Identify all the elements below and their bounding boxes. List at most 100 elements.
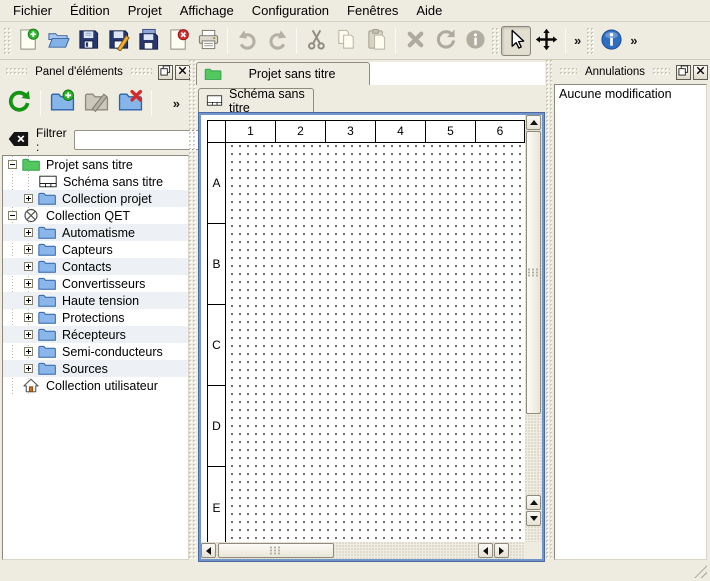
delete-button[interactable] — [400, 26, 430, 56]
drawing-area[interactable] — [226, 142, 525, 542]
toolbar-separator — [296, 28, 297, 54]
tree-item-protections[interactable]: Protections — [3, 309, 188, 326]
toolbar-drag-handle[interactable] — [4, 28, 11, 54]
expand-icon[interactable] — [24, 194, 33, 203]
dock-close-button[interactable] — [693, 65, 708, 80]
undo-icon — [236, 28, 259, 54]
vertical-scrollbar-thumb[interactable] — [526, 131, 541, 414]
tree-item-sources[interactable]: Sources — [3, 360, 188, 377]
undo-button[interactable] — [232, 26, 262, 56]
tree-item-collection-utilisateur[interactable]: Collection utilisateur — [3, 377, 188, 394]
resize-grip[interactable] — [694, 565, 707, 578]
close-file-button[interactable] — [163, 26, 193, 56]
tree-item-collection-projet[interactable]: Collection projet — [3, 190, 188, 207]
expand-icon[interactable] — [24, 313, 33, 322]
menu-fenetres[interactable]: Fenêtres — [338, 0, 407, 21]
tree-item-haute-tension[interactable]: Haute tension — [3, 292, 188, 309]
tree-item-capteurs[interactable]: Capteurs — [3, 241, 188, 258]
elements-panel-titlebar[interactable]: Panel d'éléments — [2, 63, 190, 81]
scroll-left-button[interactable] — [478, 543, 493, 558]
toolbar-overflow-button[interactable]: » — [626, 33, 641, 48]
panel-overflow-button[interactable]: » — [169, 96, 184, 111]
undo-panel-titlebar[interactable]: Annulations — [556, 63, 708, 81]
scroll-left-button[interactable] — [201, 543, 216, 558]
undo-history-item[interactable]: Aucune modification — [555, 85, 706, 103]
save-button[interactable] — [73, 26, 103, 56]
clear-filter-icon[interactable] — [8, 131, 29, 150]
tree-item-projet-sans-titre[interactable]: Projet sans titre — [3, 156, 188, 173]
tree-item-contacts[interactable]: Contacts — [3, 258, 188, 275]
new-category-button[interactable] — [45, 86, 79, 120]
filter-label: Filtrer : — [36, 126, 67, 154]
paste-icon — [365, 28, 388, 54]
dock-float-button[interactable] — [158, 65, 173, 80]
expand-icon[interactable] — [24, 245, 33, 254]
menu-affichage[interactable]: Affichage — [171, 0, 243, 21]
menu-bar: Fichier Édition Projet Affichage Configu… — [0, 0, 710, 22]
expand-icon[interactable] — [24, 279, 33, 288]
right-splitter-handle[interactable] — [546, 60, 552, 560]
tree-item-automatisme[interactable]: Automatisme — [3, 224, 188, 241]
delete-category-button[interactable] — [113, 86, 147, 120]
elements-panel-title: Panel d'éléments — [31, 66, 127, 78]
copy-button[interactable] — [331, 26, 361, 56]
new-file-button[interactable] — [13, 26, 43, 56]
toolbar-drag-handle[interactable] — [492, 28, 499, 54]
triangle-right-icon — [499, 547, 504, 555]
folder-icon — [38, 259, 58, 275]
scroll-right-button[interactable] — [494, 543, 509, 558]
scroll-up-button[interactable] — [526, 495, 541, 510]
menu-projet[interactable]: Projet — [119, 0, 171, 21]
expand-icon[interactable] — [24, 228, 33, 237]
left-splitter-handle[interactable] — [189, 60, 196, 560]
toolbar-overflow-button[interactable]: » — [570, 33, 585, 48]
open-file-button[interactable] — [43, 26, 73, 56]
status-bar — [0, 560, 710, 581]
tree-item-semi-conducteurs[interactable]: Semi-conducteurs — [3, 343, 188, 360]
select-tool-button[interactable] — [501, 26, 531, 56]
new-file-icon — [17, 28, 40, 54]
collapse-icon[interactable] — [8, 160, 17, 169]
collapse-icon[interactable] — [8, 211, 17, 220]
expand-icon[interactable] — [24, 262, 33, 271]
tab-schema-sans-titre[interactable]: Schéma sans titre — [198, 88, 314, 112]
tree-item-collection-qet[interactable]: Collection QET — [3, 207, 188, 224]
redo-button[interactable] — [262, 26, 292, 56]
rotate-button[interactable] — [430, 26, 460, 56]
expand-icon[interactable] — [24, 347, 33, 356]
vertical-scrollbar[interactable] — [525, 115, 542, 542]
info-blue-icon — [600, 28, 623, 54]
tree-item-schema-sans-titre[interactable]: Schéma sans titre — [3, 173, 188, 190]
paste-button[interactable] — [361, 26, 391, 56]
toolbar-drag-handle[interactable] — [587, 28, 594, 54]
horizontal-scrollbar[interactable] — [201, 542, 525, 559]
menu-fichier[interactable]: Fichier — [4, 0, 61, 21]
menu-aide[interactable]: Aide — [407, 0, 451, 21]
schema-canvas[interactable]: 1 2 3 4 5 6 A B C D E — [201, 115, 525, 542]
menu-edition[interactable]: Édition — [61, 0, 119, 21]
expand-icon[interactable] — [24, 296, 33, 305]
horizontal-scrollbar-thumb[interactable] — [218, 543, 334, 558]
dock-float-button[interactable] — [676, 65, 691, 80]
expand-icon[interactable] — [24, 364, 33, 373]
column-header: 6 — [476, 121, 525, 142]
open-folder-icon — [47, 28, 70, 54]
tree-item-convertisseurs[interactable]: Convertisseurs — [3, 275, 188, 292]
tree-item-recepteurs[interactable]: Récepteurs — [3, 326, 188, 343]
save-all-button[interactable] — [133, 26, 163, 56]
edit-category-button[interactable] — [79, 86, 113, 120]
save-as-button[interactable] — [103, 26, 133, 56]
diagram-info-button[interactable] — [596, 26, 626, 56]
tab-projet-sans-titre[interactable]: Projet sans titre — [196, 62, 370, 85]
print-button[interactable] — [193, 26, 223, 56]
column-header: 1 — [226, 121, 276, 142]
object-info-button[interactable] — [460, 26, 490, 56]
menu-configuration[interactable]: Configuration — [243, 0, 338, 21]
scroll-up-button[interactable] — [526, 115, 541, 130]
scroll-down-button[interactable] — [526, 511, 541, 526]
dock-close-button[interactable] — [175, 65, 190, 80]
reload-collections-button[interactable] — [2, 86, 36, 120]
pan-tool-button[interactable] — [531, 26, 561, 56]
expand-icon[interactable] — [24, 330, 33, 339]
cut-button[interactable] — [301, 26, 331, 56]
